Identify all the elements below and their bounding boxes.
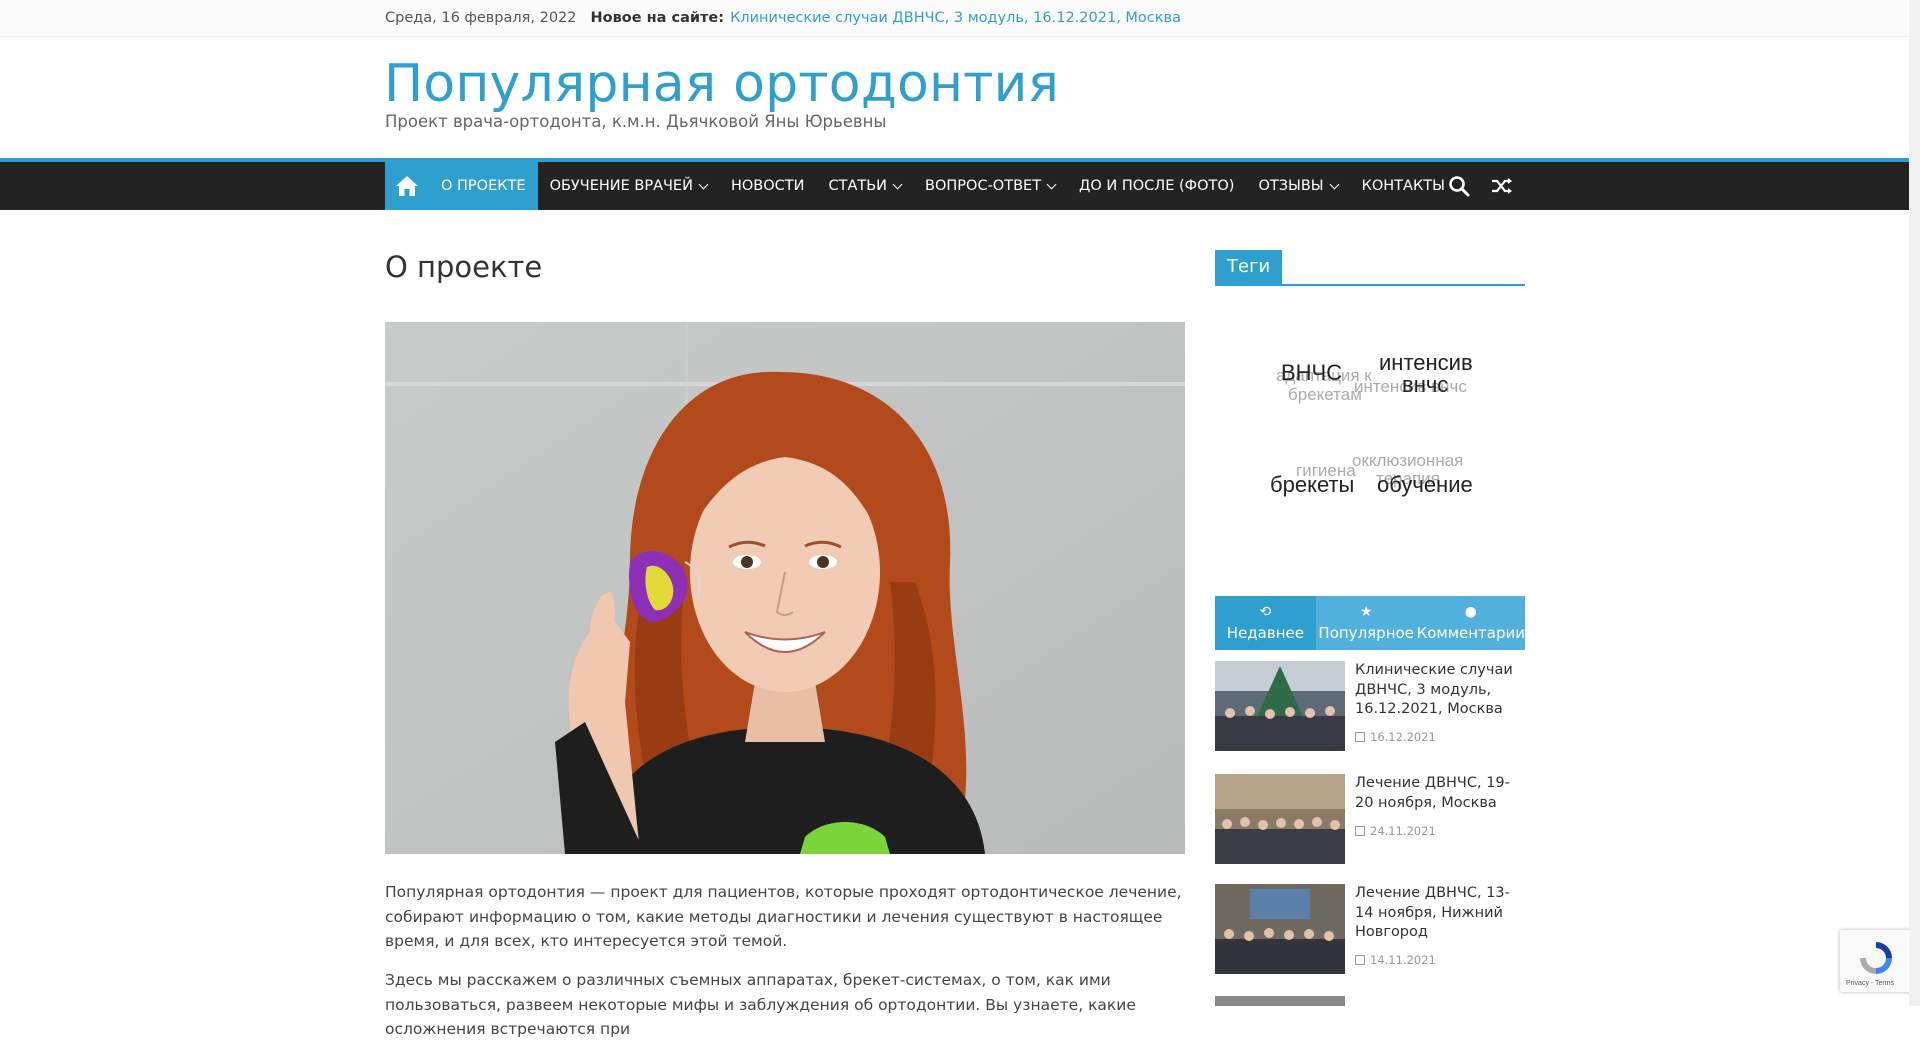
nav-item-news[interactable]: НОВОСТИ (719, 162, 817, 210)
page-title: О проекте (385, 250, 543, 284)
post-date: 16.12.2021 (1355, 730, 1436, 744)
post-title[interactable]: Лечение ДВНЧС, 19-20 ноября, Москва (1355, 774, 1523, 813)
post-thumbnail[interactable] (1215, 774, 1345, 864)
tab-recent[interactable]: ⟲ Недавнее (1215, 596, 1316, 650)
tag-link[interactable]: брекетам (1288, 386, 1362, 403)
site-title[interactable]: Популярная ортодонтия (384, 50, 1059, 118)
comment-icon: ● (1464, 603, 1477, 620)
news-ticker-label: Новое на сайте: (590, 10, 725, 26)
nav-item-label: ОТЗЫВЫ (1258, 178, 1324, 194)
post-thumbnail[interactable] (1215, 996, 1345, 1006)
home-button[interactable] (385, 162, 429, 210)
main-menu: О ПРОЕКТЕ ОБУЧЕНИЕ ВРАЧЕЙ НОВОСТИ СТАТЬИ… (429, 162, 1457, 210)
tab-popular[interactable]: ★ Популярное (1316, 596, 1417, 650)
chevron-down-icon (1046, 179, 1057, 189)
tab-comments[interactable]: ● Комментарии (1417, 596, 1525, 650)
post-date-text: 24.11.2021 (1370, 824, 1436, 838)
calendar-icon (1355, 955, 1365, 965)
post-date-text: 14.11.2021 (1370, 953, 1436, 967)
tag-link[interactable]: ВНЧС (1281, 362, 1342, 384)
post-title[interactable]: Лечение ДВНЧС, 13-14 ноября, Нижний Новг… (1355, 884, 1523, 943)
nav-item-doctor-training[interactable]: ОБУЧЕНИЕ ВРАЧЕЙ (538, 162, 719, 210)
post-thumbnail[interactable] (1215, 661, 1345, 751)
list-item[interactable] (1215, 996, 1525, 1006)
posts-tabs: ⟲ Недавнее ★ Популярное ● Комментарии (1215, 596, 1525, 650)
chevron-down-icon (1329, 179, 1340, 189)
main-navigation: О ПРОЕКТЕ ОБУЧЕНИЕ ВРАЧЕЙ НОВОСТИ СТАТЬИ… (0, 158, 1909, 210)
nav-item-label: ВОПРОС-ОТВЕТ (925, 178, 1042, 194)
tag-link[interactable]: обучение (1377, 474, 1473, 496)
chevron-down-icon (892, 179, 903, 189)
body-paragraph: Здесь мы расскажем о различных съемных а… (385, 971, 1136, 1038)
calendar-icon (1355, 732, 1365, 742)
history-icon: ⟲ (1259, 603, 1272, 620)
post-date-text: 16.12.2021 (1370, 730, 1436, 744)
tag-link[interactable]: брекеты (1270, 474, 1354, 496)
nav-item-reviews[interactable]: ОТЗЫВЫ (1246, 162, 1349, 210)
top-bar: Среда, 16 февраля, 2022 Новое на сайте: … (0, 0, 1909, 37)
tags-widget-title: Теги (1215, 250, 1283, 284)
tag-link[interactable]: внчс (1402, 374, 1448, 396)
current-date: Среда, 16 февраля, 2022 (385, 10, 577, 26)
tab-label: Популярное (1318, 623, 1414, 642)
nav-item-label: ДО И ПОСЛЕ (ФОТО) (1079, 178, 1235, 194)
nav-item-about[interactable]: О ПРОЕКТЕ (429, 162, 538, 210)
star-icon: ★ (1359, 603, 1373, 620)
nav-item-qa[interactable]: ВОПРОС-ОТВЕТ (913, 162, 1067, 210)
post-date: 24.11.2021 (1355, 824, 1436, 838)
nav-item-label: ОБУЧЕНИЕ ВРАЧЕЙ (549, 178, 693, 194)
featured-image (385, 322, 1185, 854)
chevron-down-icon (698, 179, 709, 189)
post-title[interactable]: Клинические случаи ДВНЧС, 3 модуль, 16.1… (1355, 661, 1523, 720)
calendar-icon (1355, 826, 1365, 836)
tag-link[interactable]: окклюзионная (1352, 452, 1463, 469)
recaptcha-badge[interactable]: Privacy - Terms (1840, 930, 1920, 992)
search-icon[interactable] (1447, 174, 1471, 198)
news-ticker-link[interactable]: Клинические случаи ДВНЧС, 3 модуль, 16.1… (730, 10, 1181, 26)
list-item[interactable]: Лечение ДВНЧС, 13-14 ноября, Нижний Новг… (1215, 884, 1525, 974)
post-thumbnail[interactable] (1215, 884, 1345, 974)
site-description: Проект врача-ортодонта, к.м.н. Дьячковой… (385, 112, 887, 131)
home-icon (396, 176, 418, 196)
tags-widget-header: Теги (1215, 250, 1525, 286)
tab-label: Комментарии (1416, 623, 1526, 642)
nav-item-label: НОВОСТИ (730, 178, 805, 194)
nav-item-articles[interactable]: СТАТЬИ (816, 162, 913, 210)
nav-item-label: СТАТЬИ (828, 178, 888, 194)
nav-item-before-after[interactable]: ДО И ПОСЛЕ (ФОТО) (1067, 162, 1246, 210)
tag-link[interactable]: интенсив (1379, 352, 1473, 374)
nav-item-label: О ПРОЕКТЕ (441, 178, 526, 194)
recaptcha-icon (1860, 942, 1892, 974)
page-scrollbar[interactable] (1909, 0, 1920, 1006)
nav-item-contacts[interactable]: КОНТАКТЫ (1350, 162, 1457, 210)
list-item[interactable]: Клинические случаи ДВНЧС, 3 модуль, 16.1… (1215, 661, 1525, 761)
post-date: 14.11.2021 (1355, 953, 1436, 967)
nav-item-label: КОНТАКТЫ (1361, 178, 1445, 194)
shuffle-icon[interactable] (1490, 174, 1514, 198)
intro-paragraph: Популярная ортодонтия — проект для пацие… (385, 883, 1182, 950)
tab-label: Недавнее (1226, 623, 1304, 642)
recaptcha-footer[interactable]: Privacy - Terms (1846, 980, 1894, 987)
list-item[interactable]: Лечение ДВНЧС, 19-20 ноября, Москва 24.1… (1215, 774, 1525, 864)
